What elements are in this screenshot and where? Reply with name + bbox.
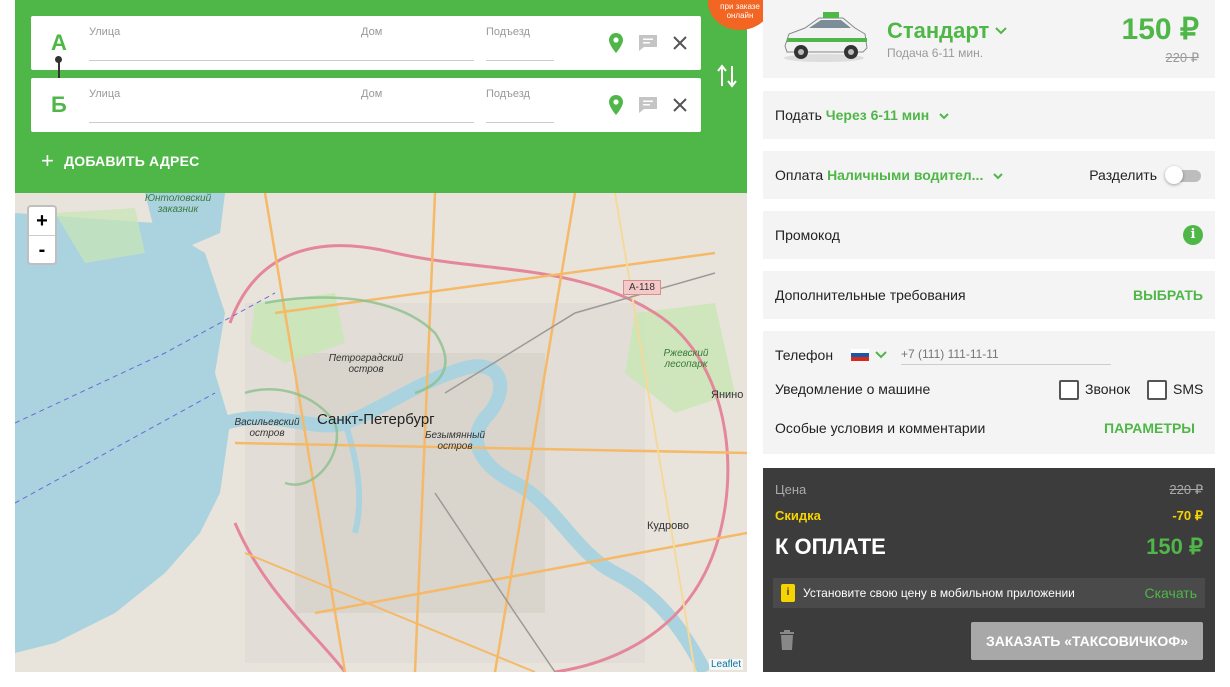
taxi-car-icon <box>784 12 868 62</box>
map-label-kudrovo: Кудрово <box>647 520 690 532</box>
price-value: 220 ₽ <box>1169 482 1203 497</box>
chevron-down-icon <box>939 113 949 120</box>
map-label-petrogradsky: Петроградский остров <box>328 353 404 375</box>
street-field-a[interactable] <box>89 60 474 61</box>
entrance-field-b-placeholder[interactable]: Подъезд <box>486 88 530 100</box>
payment-summary: Цена 220 ₽ Скидка -70 ₽ К ОПЛАТЕ 150 ₽ i… <box>763 468 1215 672</box>
split-payment: Разделить <box>1089 166 1203 184</box>
order-taxi-button[interactable]: ЗАКАЗАТЬ «ТАКСОВИЧКОФ» <box>971 622 1203 660</box>
app-tip-text: Установите свою цену в мобильном приложе… <box>803 586 1075 600</box>
promo-info: i <box>1183 225 1203 245</box>
split-toggle[interactable] <box>1165 166 1203 184</box>
map-attribution-link[interactable]: Leaflet <box>708 659 743 670</box>
split-toggle-knob <box>1165 166 1183 184</box>
map-label-bezymyanny: Безымянный остров <box>424 430 486 452</box>
sms-label: SMS <box>1173 381 1204 397</box>
zoom-in-button[interactable]: + <box>29 207 55 235</box>
russia-flag-icon[interactable] <box>851 349 869 361</box>
chevron-down-icon <box>993 173 1003 180</box>
promo-row[interactable]: Промокод i <box>763 211 1215 259</box>
clear-address-a-icon[interactable] <box>669 32 691 54</box>
zoom-control: + - <box>27 205 57 265</box>
download-app-link[interactable]: Скачать <box>1145 585 1198 601</box>
map-label-yuntolovsky: Юнтоловский заказник <box>144 193 212 215</box>
payment-label: Оплата <box>775 167 824 183</box>
plus-icon: + <box>41 148 55 173</box>
tariff-price: 150 ₽ <box>1121 13 1199 46</box>
payment-method-value: Наличными водител... <box>827 167 984 183</box>
add-address-button[interactable]: + ДОБАВИТЬ АДРЕС <box>41 150 199 172</box>
pickup-time-value: Через 6-11 мин <box>825 107 930 123</box>
total-value: 150 ₽ <box>1146 534 1203 559</box>
street-field-b[interactable] <box>89 122 474 123</box>
call-label: Звонок <box>1085 381 1131 397</box>
entrance-field-b[interactable] <box>486 122 554 123</box>
pickup-time-dropdown[interactable]: Через 6-11 мин <box>826 107 949 123</box>
tariff-old-price: 220 ₽ <box>1165 50 1199 65</box>
contact-card: Телефон Уведомление о машине Звонок SMS … <box>763 331 1215 454</box>
location-pin-icon[interactable] <box>605 32 627 54</box>
address-row-b: Б Улица Дом Подъезд <box>31 78 701 132</box>
app-tip: i Установите свою цену в мобильном прило… <box>773 578 1205 608</box>
house-field-a-placeholder[interactable]: Дом <box>361 26 382 38</box>
split-label: Разделить <box>1089 167 1157 183</box>
map-label-rzhevsky: Ржевский лесопарк <box>663 348 709 370</box>
sms-checkbox[interactable] <box>1147 380 1167 400</box>
total-label: К ОПЛАТЕ <box>775 534 886 559</box>
clear-address-b-icon[interactable] <box>669 94 691 116</box>
tariff-card[interactable]: Стандарт Подача 6-11 мин. 150 ₽ 220 ₽ <box>763 0 1215 78</box>
map-label-vasilyevsky: Васильевский остров <box>234 417 300 439</box>
comment-icon[interactable] <box>637 32 659 54</box>
map-label-yanino: Янино <box>711 389 744 401</box>
call-checkbox[interactable] <box>1059 380 1079 400</box>
tariff-name: Стандарт <box>887 18 990 43</box>
map-label-city: Санкт-Петербург <box>317 411 435 428</box>
conditions-params-button[interactable]: ПАРАМЕТРЫ <box>1104 420 1195 436</box>
location-pin-icon[interactable] <box>605 94 627 116</box>
swap-addresses-icon[interactable] <box>715 62 739 90</box>
notify-label: Уведомление о машине <box>775 381 931 397</box>
street-field-a-placeholder[interactable]: Улица <box>89 26 120 38</box>
comment-icon[interactable] <box>637 94 659 116</box>
extras-select-button[interactable]: ВЫБРАТЬ <box>1133 287 1203 303</box>
chevron-down-icon <box>995 27 1008 35</box>
point-a-letter: А <box>51 30 67 55</box>
discount-row: Скидка -70 ₽ <box>775 508 1203 524</box>
payment-method-dropdown[interactable]: Наличными водител... <box>827 167 1003 183</box>
tariff-pickup-time: Подача 6-11 мин. <box>887 46 984 60</box>
payment-row: Оплата Наличными водител... Разделить <box>763 151 1215 199</box>
extras-action-wrap: ВЫБРАТЬ <box>1133 287 1203 303</box>
discount-label: Скидка <box>775 508 821 523</box>
price-row: Цена 220 ₽ <box>775 482 1203 498</box>
price-label: Цена <box>775 482 807 497</box>
map-canvas[interactable] <box>15 193 747 672</box>
discount-value: -70 ₽ <box>1172 508 1203 523</box>
entrance-field-a-placeholder[interactable]: Подъезд <box>486 26 530 38</box>
house-field-b-placeholder[interactable]: Дом <box>361 88 382 100</box>
phone-label: Телефон <box>775 347 834 363</box>
pickup-time-row: Подать Через 6-11 мин <box>763 91 1215 139</box>
order-panel: А Улица Дом Подъезд Б Улица Дом Подъезд … <box>15 0 772 672</box>
pickup-label: Подать <box>775 107 822 123</box>
app-hint-icon: i <box>781 584 795 602</box>
chevron-down-icon[interactable] <box>875 351 887 359</box>
promo-label: Промокод <box>775 227 840 243</box>
tariff-dropdown[interactable]: Стандарт <box>887 18 1008 44</box>
total-row: К ОПЛАТЕ 150 ₽ <box>775 534 1203 560</box>
street-field-b-placeholder[interactable]: Улица <box>89 88 120 100</box>
extras-row: Дополнительные требования ВЫБРАТЬ <box>763 271 1215 319</box>
zoom-out-button[interactable]: - <box>29 235 55 263</box>
conditions-label: Особые условия и комментарии <box>775 420 986 436</box>
entrance-field-a[interactable] <box>486 60 554 61</box>
address-row-a: А Улица Дом Подъезд <box>31 16 701 70</box>
route-header: А Улица Дом Подъезд Б Улица Дом Подъезд … <box>15 0 747 193</box>
point-b-letter: Б <box>51 92 67 117</box>
map[interactable]: + - Юнтоловский заказник А-118 Петроград… <box>15 193 747 672</box>
extras-label: Дополнительные требования <box>775 287 966 303</box>
trash-icon[interactable] <box>779 630 795 650</box>
map-road-shield: А-118 <box>623 280 661 295</box>
add-address-label: ДОБАВИТЬ АДРЕС <box>64 153 200 169</box>
info-icon[interactable]: i <box>1183 225 1203 245</box>
phone-input[interactable] <box>901 343 1111 365</box>
